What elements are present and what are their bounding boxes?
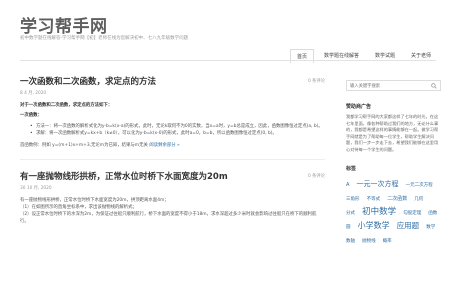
tag-link[interactable]: 小学数学 (358, 221, 390, 230)
tag-link[interactable]: 分式 (346, 211, 355, 216)
post-bullet: 求解：将一次函数解析式y=kx+b（k≠0），可以化为y-b=k(x-0)的形式… (30, 130, 325, 137)
post-example: 首函数例：例如 y=(m+1)x+m+3,无论m为已知，结果与m无关 阅读剩余部… (20, 142, 325, 149)
ad-widget-text: 我都学习帮手网的大家都这样了七年的时光，在这七年里面，像各种帮助过我们的地方，无… (346, 114, 439, 152)
post-comments-link[interactable]: 0 条评论 (308, 173, 325, 179)
search-box (346, 80, 441, 91)
tag-link[interactable]: 几何 (414, 197, 423, 202)
post-line: （2）设正常水位时桥下的水深为2m，为保证过往船只顺利航行，桥下水面的宽度不得小… (20, 212, 317, 224)
post-comments-link[interactable]: 0 条评论 (308, 78, 325, 84)
post-separator (20, 159, 325, 160)
tag-link[interactable]: 三角形 (346, 197, 360, 202)
tag-cloud: A 一元一次方程 一元二次方程 三角形 不等式 二次函数 几何 分式 初中数学 … (346, 176, 441, 246)
post-line: 有一座抛物线形拱桥，正常水位时桥下水面宽度为20m，拱顶距离水面4m； (20, 198, 169, 203)
tag-link[interactable]: 数学 (426, 225, 435, 230)
tag-link[interactable]: A (346, 182, 349, 188)
tag-link[interactable]: 概率 (383, 239, 392, 244)
tag-link[interactable]: 初中数学 (362, 207, 396, 217)
tag-link[interactable]: 不等式 (367, 197, 381, 202)
tag-link[interactable]: 圆 (346, 225, 351, 230)
post: 一次函数和二次函数，求定点的方法 8 4 月, 2020 0 条评论 对于一次函… (20, 75, 325, 149)
site-description: 初中数学题在线解答-学习帮手网【初】老师在线为您解决初中、七八九年级数学问题 (20, 36, 189, 41)
sidebar: 赞助商广告 我都学习帮手网的大家都这样了七年的时光，在这七年里面，像各种帮助过我… (346, 80, 441, 246)
post-line: （1）在如图所示的直角坐标系中，求出该抛物线的解析式； (20, 205, 137, 210)
tag-link[interactable]: 一元二次方程 (406, 183, 433, 188)
post: 有一座抛物线形拱桥，正常水位时桥下水面宽度为20m 30 10 月, 2020 … (20, 170, 325, 225)
ad-widget-title: 赞助商广告 (346, 104, 372, 110)
search-input[interactable] (350, 83, 420, 88)
tag-link[interactable]: 二次函数 (387, 196, 407, 202)
tags-widget-title: 标签 (346, 166, 357, 172)
tag-link[interactable]: 应用题 (397, 221, 420, 230)
tag-link[interactable]: 数轴 (346, 239, 355, 244)
nav-divider (20, 60, 436, 61)
post-example-text: 首函数例：例如 y=(m+1)x+m+3,无论m为已知，结果与m无关 (20, 143, 148, 148)
post-bullet: 方法一：将一次函数的解析式化为y-b=k(x-a)的形式，此时，无论k取何不为0… (30, 123, 325, 130)
post-title[interactable]: 一次函数和二次函数，求定点的方法 (20, 75, 325, 87)
tag-link[interactable]: 一元一次方程 (357, 180, 399, 188)
tag-link[interactable]: 函数 (428, 211, 437, 216)
tag-link[interactable]: 抛物线 (362, 239, 376, 244)
main-content: 一次函数和二次函数，求定点的方法 8 4 月, 2020 0 条评论 对于一次函… (20, 75, 325, 225)
post-title[interactable]: 有一座抛物线形拱桥，正常水位时桥下水面宽度为20m (20, 170, 325, 182)
read-more-link[interactable]: 阅读剩余部分 » (149, 143, 179, 148)
post-intro: 对于一次函数和二次函数，求定点的方法如下： (20, 103, 113, 108)
search-icon[interactable] (431, 82, 437, 89)
post-bullet-list: 方法一：将一次函数的解析式化为y-b=k(x-a)的形式，此时，无论k取何不为0… (30, 123, 325, 137)
post-subheading: 一次函数： (20, 113, 42, 118)
site-title[interactable]: 学习帮手网 (20, 12, 108, 37)
tag-link[interactable]: 勾股定理 (403, 211, 421, 216)
